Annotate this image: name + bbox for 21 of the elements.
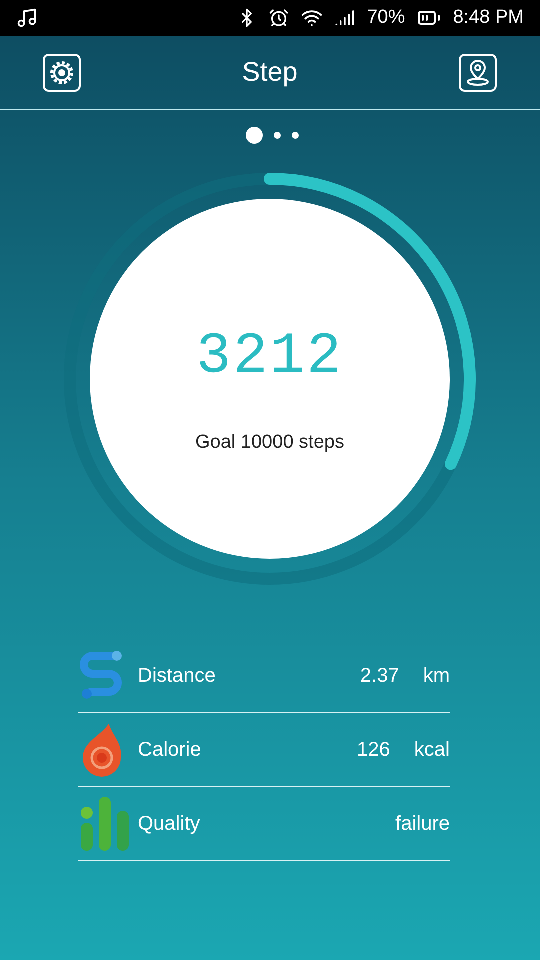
location-button[interactable] [458,54,497,92]
battery-percent: 70% [367,6,406,30]
stat-unit: km [423,664,450,688]
stat-label: Quality [138,812,200,836]
stat-value: 2.37 [360,664,400,688]
settings-button[interactable] [43,54,81,92]
clock: 8:48 PM [453,6,524,30]
stat-label: Distance [138,664,216,688]
stat-unit: kcal [414,738,450,762]
stat-value: 126 [357,738,390,762]
settings-icon [49,60,75,86]
signal-icon [335,8,356,28]
bar-chart-icon [79,794,131,852]
page-title: Step [242,56,298,90]
step-count: 3212 [196,329,344,387]
alarm-icon [269,8,290,28]
location-pin-icon [464,58,491,86]
stat-label: Calorie [138,738,202,762]
music-note-icon [16,7,38,29]
stat-value: failure [396,812,450,836]
goal-label: Goal 10000 steps [196,431,344,455]
